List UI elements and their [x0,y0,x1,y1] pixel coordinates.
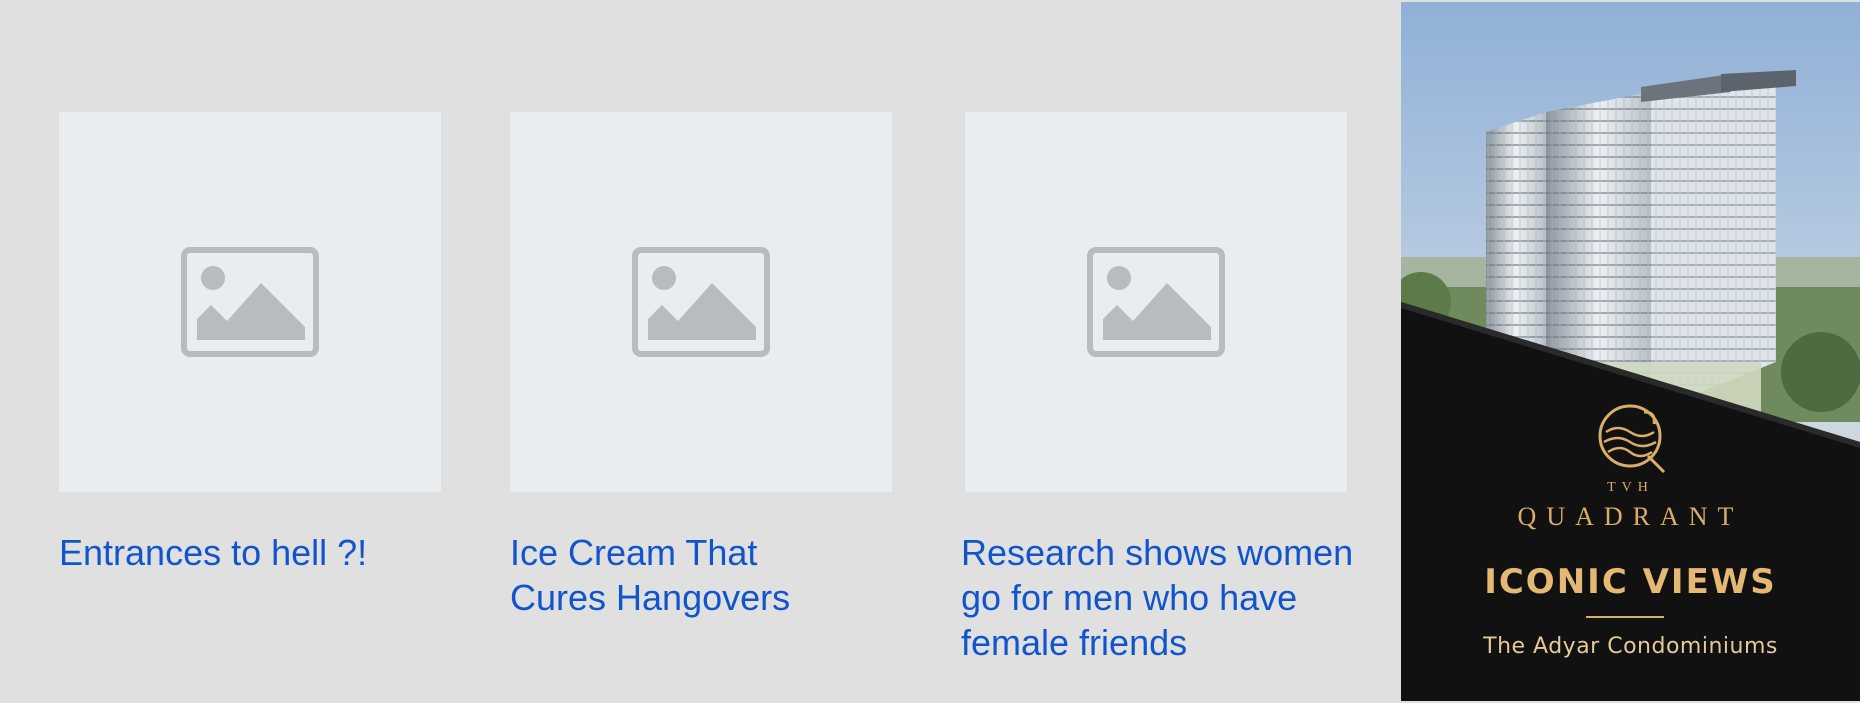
article-card[interactable]: Research shows women go for men who have… [961,112,1353,665]
article-thumbnail[interactable] [59,112,441,492]
advertisement-banner[interactable]: TVH QUADRANT ICONIC VIEWS The Adyar Cond… [1401,2,1860,701]
article-title-line[interactable]: go for men who have [961,575,1347,620]
image-placeholder-icon [1087,247,1225,357]
article-title[interactable]: Entrances to hell ?! [59,530,441,575]
article-title-line[interactable]: Research shows women [961,530,1353,575]
article-title[interactable]: Ice Cream That Cures Hangovers [510,530,892,620]
article-card[interactable]: Entrances to hell ?! [59,112,441,575]
ad-subtitle: The Adyar Condominiums [1483,634,1778,659]
ad-divider [1586,616,1664,618]
ad-brand-name: QUADRANT [1517,502,1744,531]
article-title-line[interactable]: Entrances to hell ?! [59,530,441,575]
article-title-line[interactable]: female friends [961,620,1347,665]
image-placeholder-icon [632,247,770,357]
article-thumbnail[interactable] [965,112,1347,492]
article-title-line[interactable]: Cures Hangovers [510,575,892,620]
article-card[interactable]: Ice Cream That Cures Hangovers [510,112,892,620]
article-thumbnail[interactable] [510,112,892,492]
ad-brand-small: TVH [1607,480,1654,495]
ad-headline: ICONIC VIEWS [1484,562,1777,602]
article-title-line[interactable]: Ice Cream That [510,530,892,575]
image-placeholder-icon [181,247,319,357]
article-title[interactable]: Research shows women go for men who have… [961,530,1353,665]
